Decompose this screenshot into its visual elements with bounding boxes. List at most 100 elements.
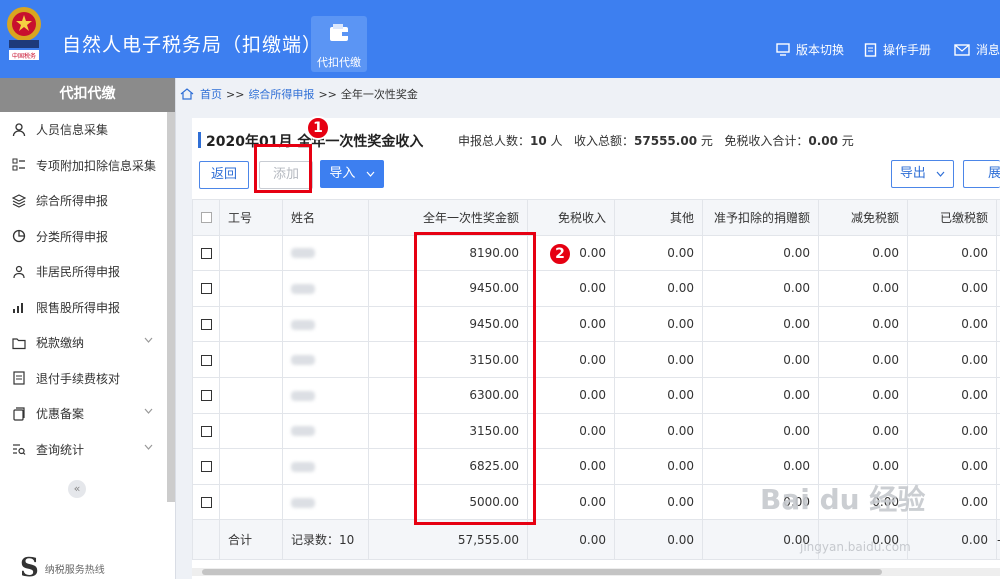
row-checkbox-cell[interactable]	[192, 412, 220, 450]
relief-cell: 0.00	[818, 341, 908, 378]
header-other[interactable]: 其他	[614, 199, 703, 236]
overflow-cell	[996, 376, 1000, 414]
name-cell	[282, 412, 369, 450]
select-all-cell[interactable]	[192, 199, 220, 236]
table-row[interactable]: 3150.00 0.00 0.00 0.00 0.00 0.00	[192, 341, 1000, 378]
sidebar-item-label: 分类所得申报	[36, 229, 109, 244]
total-extra: --	[996, 519, 1000, 561]
total-bonus: 57,555.00	[368, 519, 528, 561]
row-checkbox-cell[interactable]	[192, 305, 220, 343]
exempt-cell: 0.00	[527, 305, 615, 343]
sidebar-item-tax-payment[interactable]: 税款缴纳	[0, 325, 175, 361]
sidebar-collapse-button[interactable]: «	[68, 480, 86, 498]
scrollbar-thumb[interactable]	[202, 569, 882, 575]
breadcrumb-separator: >>	[318, 87, 337, 101]
overflow-cell	[996, 448, 1000, 485]
sidebar-item-nonresident-income[interactable]: 非居民所得申报	[0, 254, 175, 290]
hotline-logo-icon: S	[20, 553, 39, 579]
overflow-cell	[996, 305, 1000, 343]
sidebar-item-comprehensive-income[interactable]: 综合所得申报	[0, 183, 175, 219]
row-checkbox[interactable]	[200, 283, 212, 295]
title-accent-bar	[198, 132, 201, 148]
row-checkbox-cell[interactable]	[192, 341, 220, 378]
relief-cell: 0.00	[818, 376, 908, 414]
row-checkbox-cell[interactable]	[192, 270, 220, 307]
monitor-icon	[776, 43, 790, 56]
withhold-nav-button[interactable]: 代扣代缴	[311, 16, 367, 72]
horizontal-scrollbar[interactable]	[192, 568, 1000, 576]
sidebar-item-restricted-stock[interactable]: 限售股所得申报	[0, 290, 175, 326]
import-button[interactable]: 导入	[320, 160, 384, 188]
row-checkbox-cell[interactable]	[192, 448, 220, 485]
row-checkbox-cell[interactable]	[192, 234, 220, 272]
export-button[interactable]: 导出	[891, 160, 954, 188]
table-row[interactable]: 8190.00 0.00 0.00 0.00 0.00 0.00	[192, 234, 1000, 272]
table-row[interactable]: 9450.00 0.00 0.00 0.00 0.00 0.00	[192, 270, 1000, 307]
other-cell: 0.00	[614, 270, 703, 307]
row-checkbox[interactable]	[200, 461, 212, 473]
watermark-logo: Bai du 经验	[760, 483, 926, 516]
sidebar-item-label: 查询统计	[36, 442, 85, 457]
table-row[interactable]: 3150.00 0.00 0.00 0.00 0.00 0.00	[192, 412, 1000, 450]
name-cell	[282, 305, 369, 343]
table-row[interactable]: 9450.00 0.00 0.00 0.00 0.00 0.00	[192, 305, 1000, 343]
exempt-cell: 0.00	[527, 483, 615, 521]
sidebar-item-special-deduction[interactable]: 专项附加扣除信息采集	[0, 148, 175, 184]
row-checkbox[interactable]	[200, 319, 212, 331]
other-cell: 0.00	[614, 483, 703, 521]
row-checkbox[interactable]	[200, 497, 212, 509]
search-list-icon	[13, 444, 26, 456]
sidebar-item-query-stats[interactable]: 查询统计	[0, 432, 175, 468]
other-cell: 0.00	[614, 341, 703, 378]
row-checkbox[interactable]	[200, 390, 212, 402]
sidebar-item-refund-fee[interactable]: 退付手续费核对	[0, 361, 175, 397]
message-link[interactable]: 消息	[954, 41, 1000, 58]
other-cell: 0.00	[614, 376, 703, 414]
select-all-checkbox[interactable]	[200, 212, 212, 224]
donation-cell: 0.00	[702, 341, 819, 378]
total-paid: 0.00	[907, 519, 997, 561]
more-button[interactable]: 展	[963, 160, 1000, 188]
table-row[interactable]: 6300.00 0.00 0.00 0.00 0.00 0.00	[192, 376, 1000, 414]
sidebar-item-preferential-filing[interactable]: 优惠备案	[0, 396, 175, 432]
redacted-name	[291, 319, 315, 330]
row-checkbox-cell[interactable]	[192, 376, 220, 414]
row-checkbox[interactable]	[200, 425, 212, 437]
sidebar-title: 代扣代缴	[0, 78, 175, 112]
header-name[interactable]: 姓名	[282, 199, 369, 236]
version-switch-link[interactable]: 版本切换	[776, 41, 844, 58]
sidebar-item-category-income[interactable]: 分类所得申报	[0, 219, 175, 255]
envelope-icon	[954, 43, 970, 56]
sidebar-item-label: 专项附加扣除信息采集	[36, 158, 157, 173]
import-label: 导入	[329, 166, 356, 181]
overflow-cell	[996, 234, 1000, 272]
row-checkbox[interactable]	[200, 247, 212, 259]
employee-id-cell	[219, 483, 283, 521]
header-bonus[interactable]: 全年一次性奖金额	[368, 199, 528, 236]
back-button[interactable]: 返回	[199, 161, 249, 189]
total-checkbox-cell	[192, 519, 220, 561]
employee-id-cell	[219, 376, 283, 414]
annotation-box-bonus	[414, 232, 536, 525]
breadcrumb-comprehensive[interactable]: 综合所得申报	[248, 86, 314, 102]
employee-id-cell	[219, 305, 283, 343]
sidebar: 代扣代缴 人员信息采集 专项附加扣除信息采集 综合所得申报 分类所得申报 非居民…	[0, 78, 176, 579]
manual-link[interactable]: 操作手册	[864, 41, 931, 58]
header-employee-id[interactable]: 工号	[219, 199, 283, 236]
exempt-cell: 0.00	[527, 376, 615, 414]
sidebar-item-person-info[interactable]: 人员信息采集	[0, 112, 175, 148]
row-checkbox-cell[interactable]	[192, 483, 220, 521]
copy-icon	[13, 407, 25, 421]
chevron-down-icon	[144, 444, 153, 450]
breadcrumb-home[interactable]: 首页	[200, 86, 222, 102]
header-donation[interactable]: 准予扣除的捐赠额	[702, 199, 819, 236]
wallet-icon	[330, 24, 348, 41]
paid-cell: 0.00	[907, 305, 997, 343]
header-exempt-income[interactable]: 免税收入	[527, 199, 615, 236]
exempt-label: 免税收入合计：	[724, 134, 809, 148]
header-tax-paid[interactable]: 已缴税额	[907, 199, 997, 236]
relief-cell: 0.00	[818, 270, 908, 307]
paid-cell: 0.00	[907, 234, 997, 272]
header-tax-relief[interactable]: 减免税额	[818, 199, 908, 236]
row-checkbox[interactable]	[200, 354, 212, 366]
